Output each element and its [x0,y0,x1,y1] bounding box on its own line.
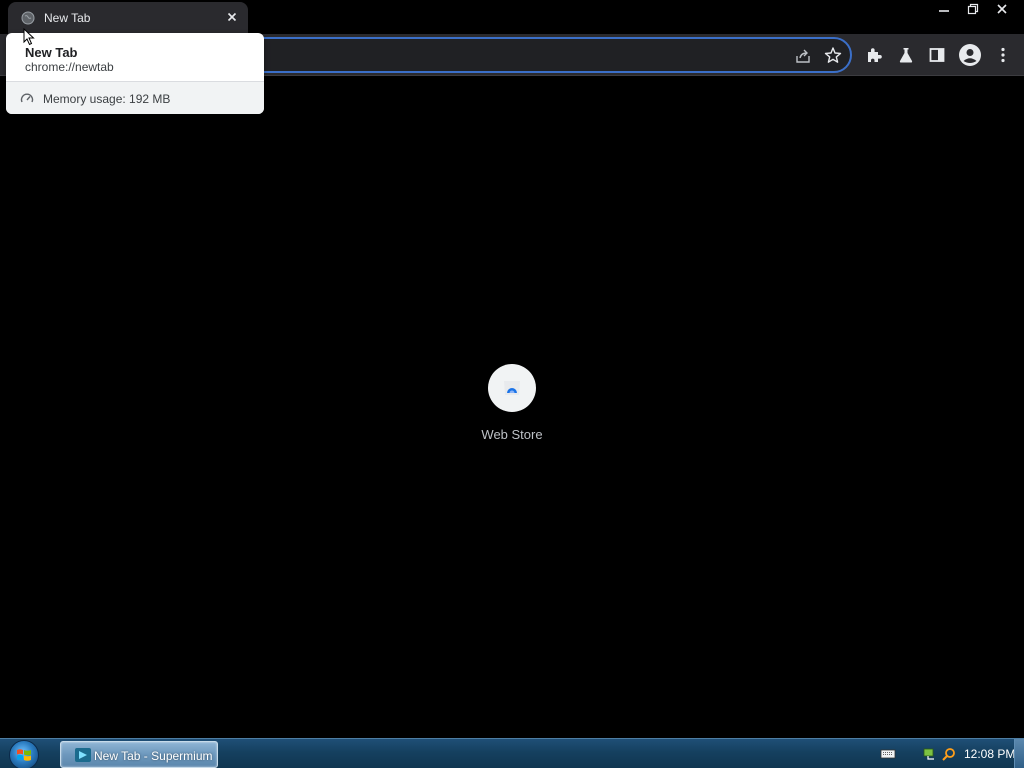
bookmark-star-icon[interactable] [824,46,842,64]
minimize-button[interactable] [932,0,956,18]
profile-avatar-icon [959,44,981,66]
keyboard-icon[interactable] [880,747,896,761]
extensions-puzzle-icon [868,48,882,62]
taskbar-clock[interactable]: 12:08 PM [964,747,1015,761]
kebab-menu-icon [1001,47,1005,63]
windows-start-orb-icon [17,749,31,761]
search-icon[interactable] [941,747,957,761]
taskbar-button-label: New Tab - Supermium [94,749,213,763]
web-store-icon [504,381,520,395]
minimize-icon [939,10,949,12]
supermium-app-icon [75,748,91,762]
close-icon [997,4,1007,14]
extensions-button[interactable] [864,45,884,65]
window-controls [927,0,1014,18]
restore-icon [967,3,979,15]
gauge-icon [20,93,34,103]
globe-icon [21,11,35,25]
shortcut-web-store[interactable]: Web Store [472,362,552,452]
browser-titlebar: New Tab [0,0,1024,34]
hover-card-url: chrome://newtab [25,60,114,74]
labs-flask-icon [899,48,913,63]
tab-hover-card: New Tab chrome://newtab Memory usage: 19… [6,33,264,114]
side-panel-icon [929,48,945,62]
menu-button[interactable] [993,45,1013,65]
profile-button[interactable] [958,43,982,67]
show-desktop-button[interactable] [1014,739,1024,768]
tab-new-tab[interactable]: New Tab [8,2,248,34]
close-icon[interactable] [224,9,240,25]
network-icon[interactable] [922,747,938,761]
tab-title: New Tab [44,11,91,25]
start-button[interactable] [9,740,39,768]
taskbar-button-supermium[interactable]: New Tab - Supermium [60,741,218,768]
side-panel-button[interactable] [927,45,947,65]
hover-card-memory-usage: Memory usage: 192 MB [43,92,171,106]
window-close-button[interactable] [990,0,1014,18]
mouse-cursor-icon [23,28,35,46]
shortcut-label: Web Store [481,427,543,442]
windows-taskbar: New Tab - Supermium 12:08 PM [0,738,1024,768]
shortcut-icon-container [488,364,536,412]
labs-button[interactable] [896,45,916,65]
share-icon[interactable] [794,47,812,65]
hover-card-title: New Tab [25,45,78,60]
hover-card-memory-row: Memory usage: 192 MB [6,82,264,114]
restore-button[interactable] [961,0,985,18]
